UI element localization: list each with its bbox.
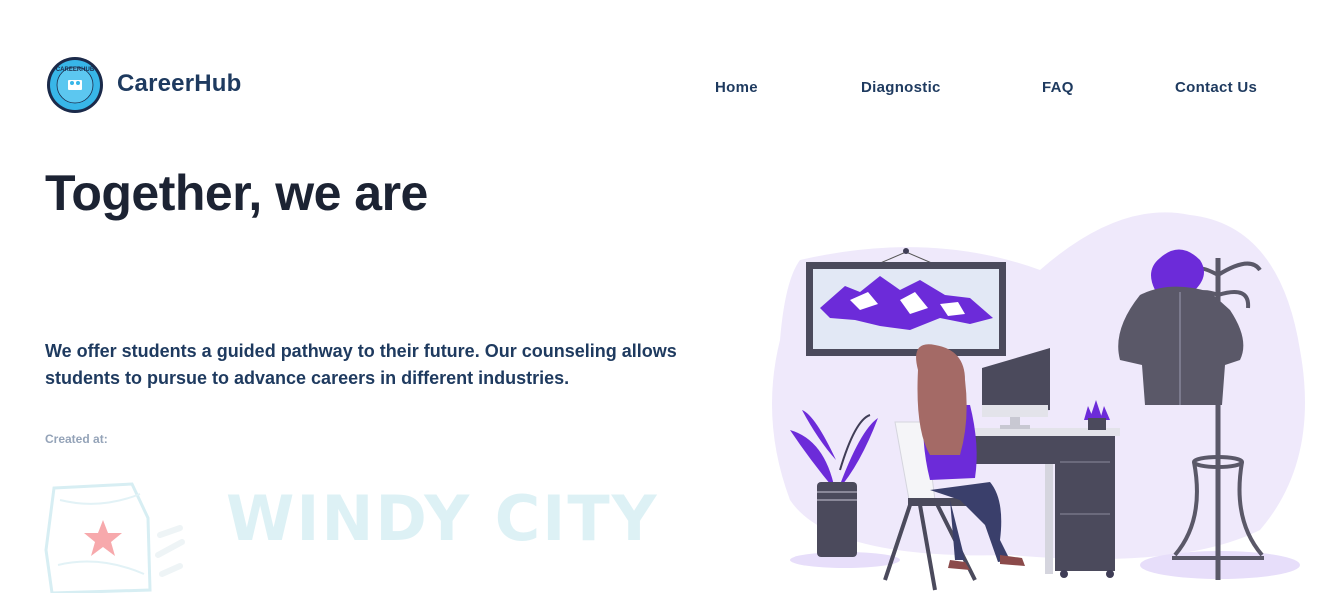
- hero-description: We offer students a guided pathway to th…: [45, 341, 677, 388]
- main-nav: Home Diagnostic FAQ Contact Us: [0, 79, 1339, 99]
- nav-home[interactable]: Home: [715, 79, 758, 96]
- created-at-label: Created at:: [45, 432, 108, 446]
- star-icon: [84, 520, 122, 556]
- wall-painting: [806, 248, 1006, 356]
- windy-city-text: WINDY CITY: [226, 482, 659, 555]
- nav-faq[interactable]: FAQ: [1042, 79, 1074, 96]
- hero-headline: Together, we are: [45, 165, 428, 221]
- nav-contact-us[interactable]: Contact Us: [1175, 79, 1257, 96]
- hero-illustration: [772, 212, 1305, 591]
- nav-diagnostic[interactable]: Diagnostic: [861, 79, 941, 96]
- svg-text:CAREERHUB: CAREERHUB: [56, 67, 95, 73]
- page: CAREERHUB CareerHub Home Diagnostic FAQ …: [0, 0, 1339, 593]
